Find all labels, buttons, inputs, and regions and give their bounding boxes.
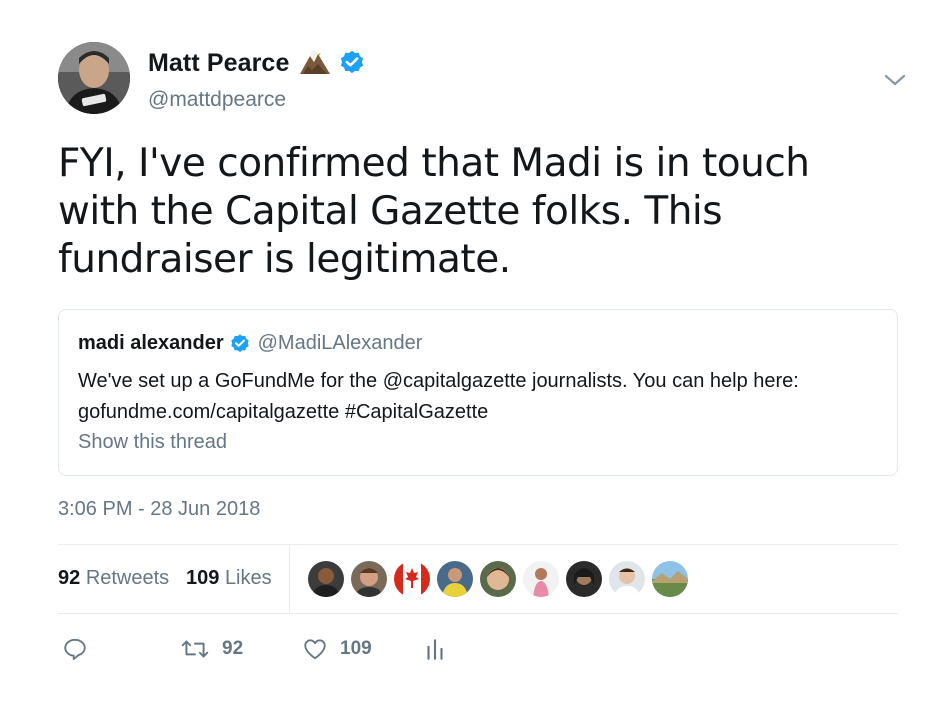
author-handle[interactable]: @mattdpearce: [148, 88, 286, 112]
quoted-tweet-text: We've set up a GoFundMe for the @capital…: [78, 366, 878, 428]
liker-avatar[interactable]: [394, 561, 430, 597]
avatar[interactable]: [58, 42, 130, 114]
quoted-tweet-header: madi alexander @MadiLAlexander: [78, 332, 422, 355]
reply-icon: [62, 636, 88, 662]
tweet-actions: 92 109: [58, 630, 558, 670]
retweets-stat[interactable]: 92 Retweets: [58, 567, 169, 590]
name-row: Matt Pearce: [148, 48, 366, 78]
analytics-icon: [424, 636, 446, 662]
verified-badge-icon: [338, 49, 366, 77]
tweet-stats: 92 Retweets 109 Likes: [58, 545, 898, 613]
likes-stat[interactable]: 109 Likes: [186, 567, 272, 590]
reply-button[interactable]: [62, 636, 88, 662]
eagle-icon: [298, 48, 332, 78]
liker-avatar[interactable]: [609, 561, 645, 597]
likers-avatars: [308, 561, 695, 597]
retweet-button[interactable]: 92: [180, 636, 243, 662]
quoted-text-line: gofundme.com/capitalgazette #CapitalGaze…: [78, 401, 489, 423]
show-thread-link[interactable]: Show this thread: [78, 431, 227, 454]
retweet-count: 92: [222, 638, 244, 659]
liker-avatar[interactable]: [652, 561, 688, 597]
tweet-card: Matt Pearce @mattdpearce FYI, I've confi…: [0, 0, 951, 701]
tweet-text: FYI, I've confirmed that Madi is in touc…: [58, 141, 810, 282]
likes-count: 109: [186, 567, 220, 589]
quoted-author-handle: @MadiLAlexander: [257, 332, 423, 354]
heart-icon: [302, 636, 328, 662]
display-name[interactable]: Matt Pearce: [148, 49, 289, 78]
retweets-label: Retweets: [85, 567, 170, 589]
likes-label: Likes: [224, 567, 272, 589]
divider: [289, 545, 290, 613]
liker-avatar[interactable]: [523, 561, 559, 597]
quoted-author-name: madi alexander: [78, 332, 224, 354]
retweets-count: 92: [58, 567, 81, 589]
retweet-icon: [180, 636, 210, 662]
chevron-down-icon[interactable]: [882, 70, 908, 90]
verified-badge-icon: [229, 333, 251, 355]
tweet-timestamp[interactable]: 3:06 PM - 28 Jun 2018: [58, 498, 260, 521]
quoted-tweet[interactable]: madi alexander @MadiLAlexander We've set…: [58, 309, 898, 476]
quoted-text-line: We've set up a GoFundMe for the @capital…: [78, 370, 799, 392]
like-button[interactable]: 109: [302, 636, 372, 662]
liker-avatar[interactable]: [351, 561, 387, 597]
liker-avatar[interactable]: [480, 561, 516, 597]
analytics-button[interactable]: [424, 636, 446, 662]
liker-avatar[interactable]: [566, 561, 602, 597]
liker-avatar[interactable]: [308, 561, 344, 597]
divider: [58, 613, 898, 614]
tweet-header: Matt Pearce @mattdpearce: [58, 42, 908, 118]
like-count: 109: [340, 638, 372, 659]
liker-avatar[interactable]: [437, 561, 473, 597]
